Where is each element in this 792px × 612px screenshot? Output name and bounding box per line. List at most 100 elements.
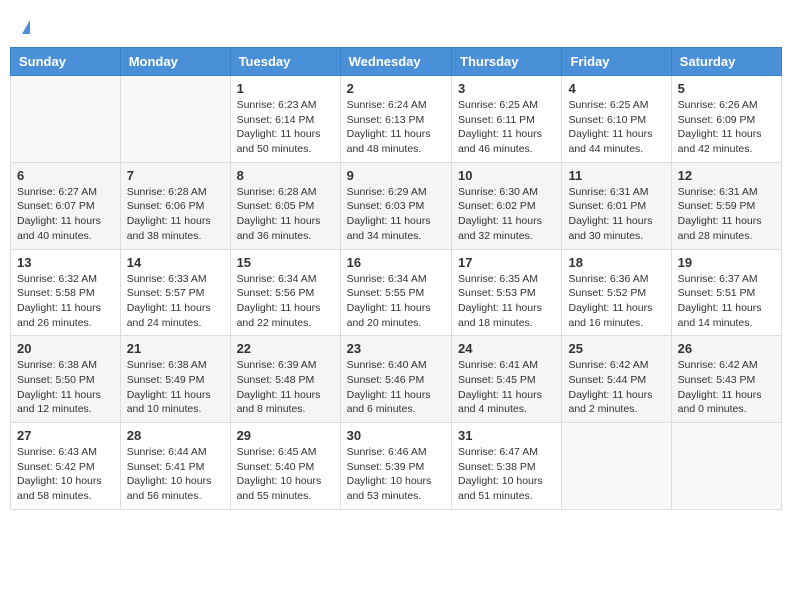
calendar-cell xyxy=(11,76,121,163)
calendar-cell xyxy=(562,423,671,510)
weekday-header-tuesday: Tuesday xyxy=(230,48,340,76)
calendar-cell: 28 Sunrise: 6:44 AM Sunset: 5:41 PM Dayli… xyxy=(120,423,230,510)
calendar-cell: 13 Sunrise: 6:32 AM Sunset: 5:58 PM Dayli… xyxy=(11,249,121,336)
day-number: 25 xyxy=(568,341,664,356)
day-number: 20 xyxy=(17,341,114,356)
day-number: 21 xyxy=(127,341,224,356)
day-number: 10 xyxy=(458,168,555,183)
weekday-header-friday: Friday xyxy=(562,48,671,76)
day-number: 19 xyxy=(678,255,775,270)
day-info: Sunrise: 6:45 AM Sunset: 5:40 PM Dayligh… xyxy=(237,445,334,504)
day-number: 27 xyxy=(17,428,114,443)
day-number: 22 xyxy=(237,341,334,356)
calendar-cell: 20Sunrise: 6:38 AM Sunset: 5:50 PM Dayli… xyxy=(11,336,121,423)
day-number: 30 xyxy=(347,428,445,443)
calendar-cell: 4 Sunrise: 6:25 AM Sunset: 6:10 PM Daylig… xyxy=(562,76,671,163)
calendar-cell: 3 Sunrise: 6:25 AM Sunset: 6:11 PM Daylig… xyxy=(452,76,562,163)
day-info: Sunrise: 6:23 AM Sunset: 6:14 PM Dayligh… xyxy=(237,98,334,157)
day-info: Sunrise: 6:46 AM Sunset: 5:39 PM Dayligh… xyxy=(347,445,445,504)
calendar-week-row: 6 Sunrise: 6:27 AM Sunset: 6:07 PM Daylig… xyxy=(11,162,782,249)
weekday-header-monday: Monday xyxy=(120,48,230,76)
calendar-cell: 24Sunrise: 6:41 AM Sunset: 5:45 PM Dayli… xyxy=(452,336,562,423)
day-info: Sunrise: 6:40 AM Sunset: 5:46 PM Dayligh… xyxy=(347,358,445,417)
day-info: Sunrise: 6:43 AM Sunset: 5:42 PM Dayligh… xyxy=(17,445,114,504)
calendar-cell: 30 Sunrise: 6:46 AM Sunset: 5:39 PM Dayli… xyxy=(340,423,451,510)
day-number: 13 xyxy=(17,255,114,270)
calendar-cell: 19 Sunrise: 6:37 AM Sunset: 5:51 PM Dayli… xyxy=(671,249,781,336)
day-number: 18 xyxy=(568,255,664,270)
day-info: Sunrise: 6:42 AM Sunset: 5:44 PM Dayligh… xyxy=(568,358,664,417)
calendar-cell: 17 Sunrise: 6:35 AM Sunset: 5:53 PM Dayli… xyxy=(452,249,562,336)
day-info: Sunrise: 6:24 AM Sunset: 6:13 PM Dayligh… xyxy=(347,98,445,157)
day-number: 17 xyxy=(458,255,555,270)
calendar-cell: 23 Sunrise: 6:40 AM Sunset: 5:46 PM Dayli… xyxy=(340,336,451,423)
day-number: 2 xyxy=(347,81,445,96)
day-info: Sunrise: 6:26 AM Sunset: 6:09 PM Dayligh… xyxy=(678,98,775,157)
day-info: Sunrise: 6:31 AM Sunset: 5:59 PM Dayligh… xyxy=(678,185,775,244)
day-number: 12 xyxy=(678,168,775,183)
day-number: 5 xyxy=(678,81,775,96)
weekday-header-wednesday: Wednesday xyxy=(340,48,451,76)
logo-triangle-icon xyxy=(22,20,30,34)
calendar-cell: 9 Sunrise: 6:29 AM Sunset: 6:03 PM Daylig… xyxy=(340,162,451,249)
calendar-cell: 25 Sunrise: 6:42 AM Sunset: 5:44 PM Dayli… xyxy=(562,336,671,423)
calendar-cell: 12 Sunrise: 6:31 AM Sunset: 5:59 PM Dayli… xyxy=(671,162,781,249)
calendar-cell: 8Sunrise: 6:28 AM Sunset: 6:05 PM Daylig… xyxy=(230,162,340,249)
day-info: Sunrise: 6:27 AM Sunset: 6:07 PM Dayligh… xyxy=(17,185,114,244)
day-info: Sunrise: 6:47 AM Sunset: 5:38 PM Dayligh… xyxy=(458,445,555,504)
weekday-header-row: SundayMondayTuesdayWednesdayThursdayFrid… xyxy=(11,48,782,76)
calendar-cell: 5 Sunrise: 6:26 AM Sunset: 6:09 PM Daylig… xyxy=(671,76,781,163)
day-info: Sunrise: 6:34 AM Sunset: 5:56 PM Dayligh… xyxy=(237,272,334,331)
calendar-cell: 14 Sunrise: 6:33 AM Sunset: 5:57 PM Dayli… xyxy=(120,249,230,336)
day-number: 7 xyxy=(127,168,224,183)
day-number: 9 xyxy=(347,168,445,183)
day-info: Sunrise: 6:35 AM Sunset: 5:53 PM Dayligh… xyxy=(458,272,555,331)
weekday-header-sunday: Sunday xyxy=(11,48,121,76)
calendar-cell: 10 Sunrise: 6:30 AM Sunset: 6:02 PM Dayli… xyxy=(452,162,562,249)
calendar-cell: 15 Sunrise: 6:34 AM Sunset: 5:56 PM Dayli… xyxy=(230,249,340,336)
calendar-cell: 11 Sunrise: 6:31 AM Sunset: 6:01 PM Dayli… xyxy=(562,162,671,249)
day-number: 16 xyxy=(347,255,445,270)
calendar-week-row: 27 Sunrise: 6:43 AM Sunset: 5:42 PM Dayli… xyxy=(11,423,782,510)
day-info: Sunrise: 6:32 AM Sunset: 5:58 PM Dayligh… xyxy=(17,272,114,331)
logo xyxy=(20,20,30,34)
day-number: 14 xyxy=(127,255,224,270)
day-info: Sunrise: 6:42 AM Sunset: 5:43 PM Dayligh… xyxy=(678,358,775,417)
day-info: Sunrise: 6:38 AM Sunset: 5:49 PM Dayligh… xyxy=(127,358,224,417)
calendar-cell: 26Sunrise: 6:42 AM Sunset: 5:43 PM Dayli… xyxy=(671,336,781,423)
day-number: 1 xyxy=(237,81,334,96)
day-number: 4 xyxy=(568,81,664,96)
page-header xyxy=(10,10,782,39)
calendar-cell xyxy=(120,76,230,163)
calendar-cell: 29Sunrise: 6:45 AM Sunset: 5:40 PM Dayli… xyxy=(230,423,340,510)
day-info: Sunrise: 6:44 AM Sunset: 5:41 PM Dayligh… xyxy=(127,445,224,504)
day-info: Sunrise: 6:25 AM Sunset: 6:11 PM Dayligh… xyxy=(458,98,555,157)
day-number: 11 xyxy=(568,168,664,183)
day-number: 23 xyxy=(347,341,445,356)
day-info: Sunrise: 6:39 AM Sunset: 5:48 PM Dayligh… xyxy=(237,358,334,417)
day-number: 3 xyxy=(458,81,555,96)
day-number: 15 xyxy=(237,255,334,270)
day-number: 6 xyxy=(17,168,114,183)
day-info: Sunrise: 6:25 AM Sunset: 6:10 PM Dayligh… xyxy=(568,98,664,157)
day-info: Sunrise: 6:28 AM Sunset: 6:06 PM Dayligh… xyxy=(127,185,224,244)
calendar-table: SundayMondayTuesdayWednesdayThursdayFrid… xyxy=(10,47,782,510)
weekday-header-thursday: Thursday xyxy=(452,48,562,76)
day-info: Sunrise: 6:37 AM Sunset: 5:51 PM Dayligh… xyxy=(678,272,775,331)
day-number: 28 xyxy=(127,428,224,443)
day-info: Sunrise: 6:41 AM Sunset: 5:45 PM Dayligh… xyxy=(458,358,555,417)
calendar-cell: 21 Sunrise: 6:38 AM Sunset: 5:49 PM Dayli… xyxy=(120,336,230,423)
day-info: Sunrise: 6:31 AM Sunset: 6:01 PM Dayligh… xyxy=(568,185,664,244)
day-info: Sunrise: 6:33 AM Sunset: 5:57 PM Dayligh… xyxy=(127,272,224,331)
calendar-week-row: 20Sunrise: 6:38 AM Sunset: 5:50 PM Dayli… xyxy=(11,336,782,423)
calendar-cell: 16Sunrise: 6:34 AM Sunset: 5:55 PM Dayli… xyxy=(340,249,451,336)
calendar-cell: 1 Sunrise: 6:23 AM Sunset: 6:14 PM Daylig… xyxy=(230,76,340,163)
calendar-week-row: 13 Sunrise: 6:32 AM Sunset: 5:58 PM Dayli… xyxy=(11,249,782,336)
calendar-cell: 7 Sunrise: 6:28 AM Sunset: 6:06 PM Daylig… xyxy=(120,162,230,249)
calendar-cell: 27 Sunrise: 6:43 AM Sunset: 5:42 PM Dayli… xyxy=(11,423,121,510)
day-info: Sunrise: 6:28 AM Sunset: 6:05 PM Dayligh… xyxy=(237,185,334,244)
calendar-cell xyxy=(671,423,781,510)
calendar-cell: 22 Sunrise: 6:39 AM Sunset: 5:48 PM Dayli… xyxy=(230,336,340,423)
day-info: Sunrise: 6:30 AM Sunset: 6:02 PM Dayligh… xyxy=(458,185,555,244)
day-info: Sunrise: 6:29 AM Sunset: 6:03 PM Dayligh… xyxy=(347,185,445,244)
